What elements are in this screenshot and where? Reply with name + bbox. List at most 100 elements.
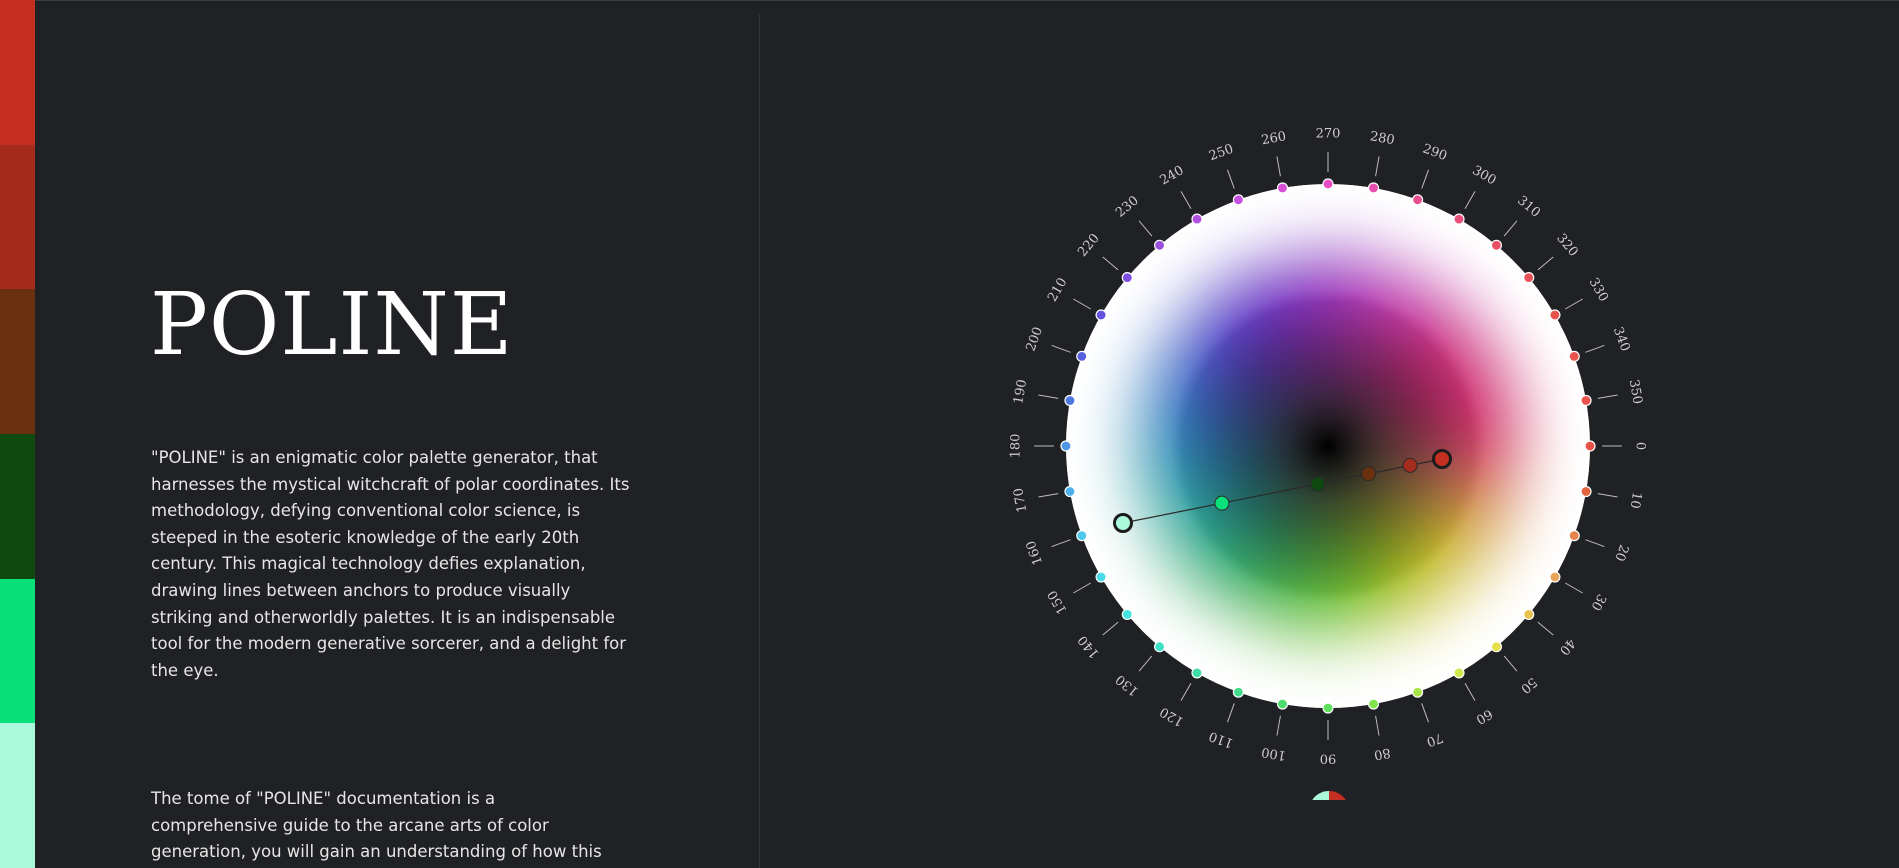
degree-tick	[1375, 715, 1380, 736]
degree-tick	[1597, 394, 1618, 399]
degree-label: 30	[1588, 591, 1609, 613]
degree-tick	[1102, 256, 1119, 271]
palette-strip	[0, 0, 35, 868]
degree-tick	[1464, 683, 1476, 701]
rim-hue-dot	[1523, 608, 1535, 621]
rim-hue-dot	[1322, 702, 1334, 714]
rim-hue-dot	[1064, 485, 1076, 498]
rim-hue-dot	[1076, 350, 1088, 362]
degree-label: 260	[1260, 129, 1287, 148]
color-wheel-panel[interactable]: 0 10 20 30 40 50 60 70 80 90 100 110 120 130 140 150 160…	[960, 100, 1700, 831]
rim-hue-dot	[1568, 530, 1580, 542]
rim-hue-dot	[1584, 440, 1596, 452]
degree-tick	[1565, 298, 1583, 310]
mini-palette-pie	[1309, 791, 1349, 831]
degree-tick	[1138, 220, 1153, 237]
degree-tick	[1051, 539, 1071, 548]
rim-hue-dot	[1367, 182, 1380, 194]
degree-label: 320	[1553, 231, 1580, 260]
degree-tick	[1180, 191, 1192, 209]
rim-hue-dot	[1580, 485, 1592, 498]
palette-point	[1402, 457, 1418, 473]
palette-point	[1310, 476, 1326, 492]
degree-tick	[1464, 191, 1476, 209]
rim-hue-dot	[1523, 271, 1535, 284]
degree-label: 0	[1633, 442, 1648, 450]
degree-label: 170	[1011, 487, 1030, 514]
docs-intro-text: The tome of "POLINE" documentation is a …	[151, 789, 602, 862]
rim-hue-dot	[1412, 686, 1424, 698]
degree-tick	[1276, 156, 1281, 177]
degree-tick	[1180, 683, 1192, 701]
degree-tick	[1102, 621, 1119, 636]
degree-label: 160	[1024, 538, 1047, 566]
degree-tick	[1503, 655, 1518, 672]
rim-hue-dot	[1453, 213, 1465, 225]
degree-tick	[1276, 715, 1281, 736]
degree-tick	[1503, 220, 1518, 237]
rim-hue-dot	[1232, 686, 1244, 698]
anchor-handle[interactable]	[1432, 449, 1452, 469]
intro-panel: POLINE "POLINE" is an enigmatic color pa…	[35, 0, 759, 868]
degree-label: 180	[1009, 434, 1024, 459]
degree-tick	[1597, 493, 1618, 498]
rim-hue-dot	[1076, 530, 1088, 542]
rim-hue-dot	[1095, 309, 1107, 321]
rim-hue-dot	[1490, 239, 1503, 251]
degree-label: 100	[1260, 744, 1287, 763]
rim-hue-dot	[1549, 309, 1561, 321]
degree-tick	[1038, 493, 1059, 498]
palette-swatch	[0, 144, 35, 290]
degree-tick	[1585, 344, 1605, 353]
hue-disc[interactable]	[1066, 184, 1590, 708]
degree-label: 350	[1626, 378, 1645, 405]
palette-swatch	[0, 0, 35, 145]
degree-label: 50	[1517, 674, 1539, 696]
degree-label: 140	[1075, 632, 1102, 661]
rim-hue-dot	[1568, 350, 1580, 362]
degree-label: 230	[1113, 193, 1142, 220]
degree-label: 80	[1373, 744, 1392, 762]
rim-hue-dot	[1276, 182, 1289, 194]
degree-label: 10	[1626, 491, 1644, 510]
degree-tick	[1537, 256, 1554, 271]
degree-label: 270	[1316, 127, 1341, 142]
intro-description: "POLINE" is an enigmatic color palette g…	[151, 448, 630, 680]
rim-hue-dot	[1367, 698, 1380, 710]
degree-label: 250	[1207, 142, 1235, 165]
rim-hue-dot	[1191, 667, 1203, 679]
rim-hue-dot	[1121, 271, 1133, 284]
degree-label: 190	[1011, 378, 1030, 405]
degree-tick	[1585, 539, 1605, 548]
rim-hue-dot	[1064, 394, 1076, 407]
rim-hue-dot	[1153, 641, 1166, 653]
palette-swatch	[0, 289, 35, 435]
anchor-handle[interactable]	[1113, 513, 1133, 533]
mini-pie-slice	[1311, 791, 1329, 811]
degree-tick	[1537, 621, 1554, 636]
degree-label: 220	[1075, 231, 1102, 260]
rim-hue-dot	[1490, 641, 1503, 653]
page-title: POLINE	[150, 275, 514, 375]
degree-label: 200	[1024, 325, 1047, 353]
degree-tick	[1421, 169, 1430, 189]
rim-hue-dot	[1276, 698, 1289, 710]
rim-hue-dot	[1412, 194, 1424, 206]
degree-label: 210	[1045, 275, 1070, 304]
degree-label: 40	[1556, 635, 1578, 657]
rim-hue-dot	[1580, 394, 1592, 407]
degree-label: 240	[1157, 163, 1186, 188]
palette-swatch	[0, 723, 35, 868]
rim-hue-dot	[1060, 440, 1072, 452]
degree-label: 130	[1113, 671, 1142, 698]
degree-label: 110	[1207, 728, 1235, 751]
degree-label: 330	[1585, 275, 1610, 304]
palette-point	[1361, 466, 1377, 482]
color-wheel[interactable]: 0 10 20 30 40 50 60 70 80 90 100 110 120 130 140150 160…	[960, 100, 1700, 831]
degree-tick	[1226, 703, 1235, 723]
rim-hue-dot	[1095, 571, 1107, 583]
degree-label: 290	[1420, 142, 1448, 165]
palette-point	[1214, 495, 1230, 511]
degree-label: 150	[1045, 587, 1070, 616]
degree-tick	[1565, 582, 1583, 594]
